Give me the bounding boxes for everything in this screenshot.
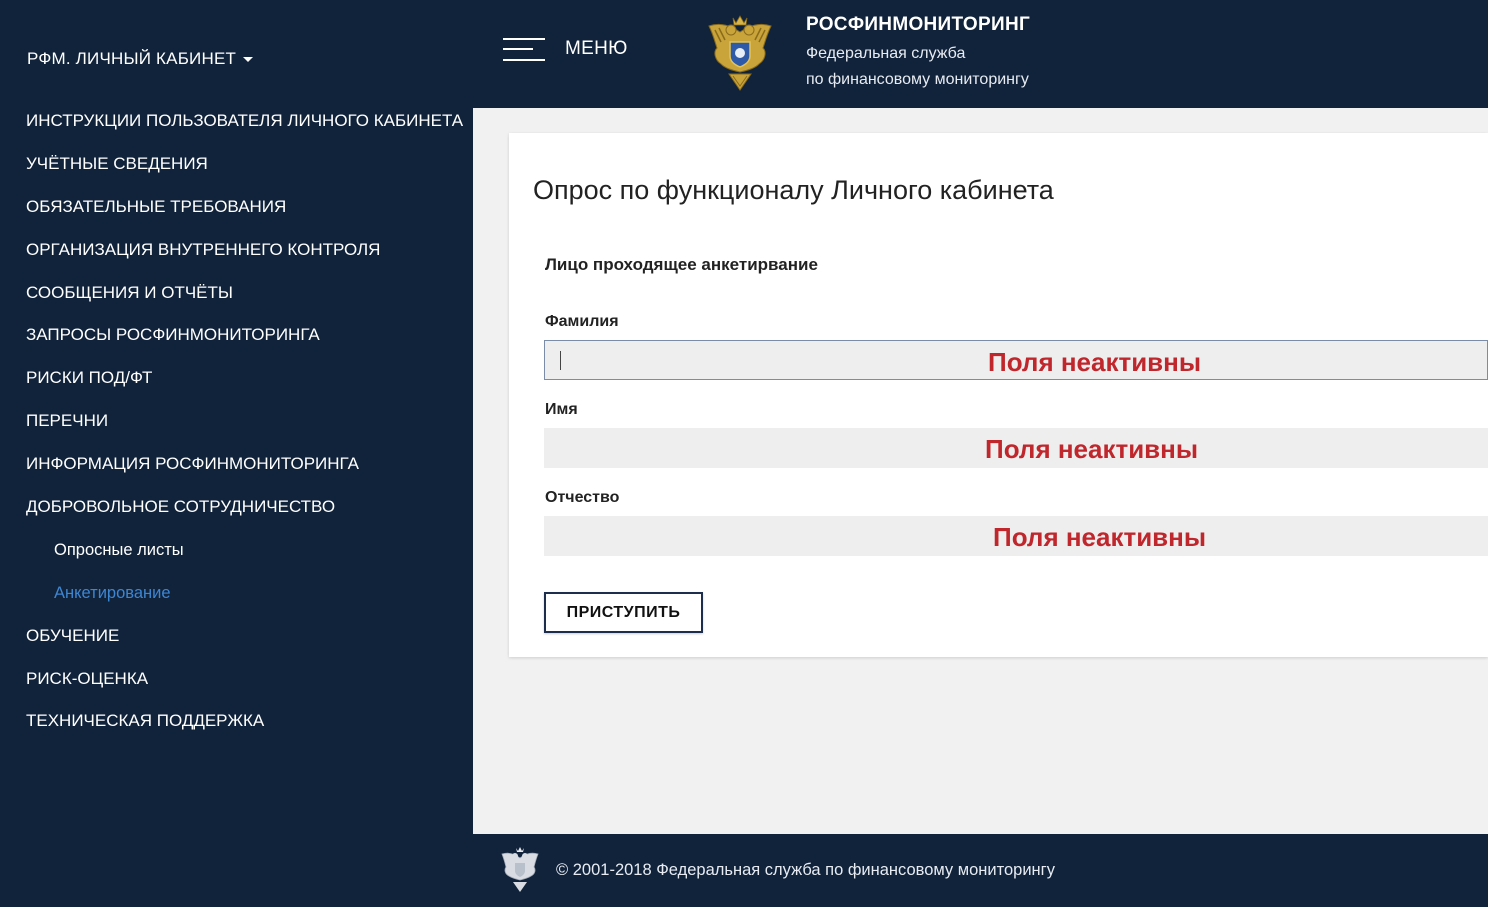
menu-label: МЕНЮ [565, 38, 628, 59]
emblem-icon [708, 15, 772, 91]
inactive-fields-note: Поля неактивны [985, 434, 1199, 464]
footer: © 2001-2018 Федеральная служба по финанс… [473, 834, 1488, 907]
sidebar-item-messages-reports[interactable]: СООБЩЕНИЯ И ОТЧЁТЫ [0, 272, 473, 315]
text-cursor [560, 351, 561, 370]
caret-down-icon [243, 57, 254, 63]
first-name-label: Имя [545, 401, 578, 418]
sidebar-item-risk-assessment[interactable]: РИСК-ОЦЕНКА [0, 658, 473, 701]
sidebar-item-instructions[interactable]: ИНСТРУКЦИИ ПОЛЬЗОВАТЕЛЯ ЛИЧНОГО КАБИНЕТА [0, 100, 473, 143]
sidebar-item-internal-control[interactable]: ОРГАНИЗАЦИЯ ВНУТРЕННЕГО КОНТРОЛЯ [0, 229, 473, 272]
org-name-block: РОСФИНМОНИТОРИНГ Федеральная служба по ф… [806, 14, 1030, 89]
sidebar-item-account-info[interactable]: УЧЁТНЫЕ СВЕДЕНИЯ [0, 143, 473, 186]
first-name-field[interactable]: Поля неактивны [544, 428, 1488, 468]
inactive-fields-note: Поля неактивны [988, 347, 1202, 377]
account-dropdown[interactable]: РФМ. ЛИЧНЫЙ КАБИНЕТ [27, 49, 254, 69]
sidebar-item-rfm-info[interactable]: ИНФОРМАЦИЯ РОСФИНМОНИТОРИНГА [0, 443, 473, 486]
org-title: РОСФИНМОНИТОРИНГ [806, 14, 1031, 35]
sidebar-item-training[interactable]: ОБУЧЕНИЕ [0, 615, 473, 658]
sidebar-nav: ИНСТРУКЦИИ ПОЛЬЗОВАТЕЛЯ ЛИЧНОГО КАБИНЕТА… [0, 100, 473, 743]
patronymic-field[interactable]: Поля неактивны [544, 516, 1488, 556]
sidebar-item-voluntary-cooperation[interactable]: ДОБРОВОЛЬНОЕ СОТРУДНИЧЕСТВО [0, 486, 473, 529]
sidebar: РФМ. ЛИЧНЫЙ КАБИНЕТ ИНСТРУКЦИИ ПОЛЬЗОВАТ… [0, 0, 473, 907]
section-title: Лицо проходящее анкетирвание [545, 255, 818, 274]
footer-copyright: © 2001-2018 Федеральная служба по финанс… [556, 861, 1055, 879]
org-subtitle-line1: Федеральная служба [806, 45, 966, 62]
sidebar-item-tech-support[interactable]: ТЕХНИЧЕСКАЯ ПОДДЕРЖКА [0, 700, 473, 743]
surname-label: Фамилия [545, 313, 619, 330]
surname-field[interactable]: Поля неактивны [544, 340, 1488, 380]
sidebar-subitem-questionnaires[interactable]: Опросные листы [0, 529, 473, 572]
hamburger-icon [503, 36, 545, 62]
start-button[interactable]: ПРИСТУПИТЬ [544, 592, 703, 633]
patronymic-label: Отчество [545, 489, 620, 506]
sidebar-item-rfm-requests[interactable]: ЗАПРОСЫ РОСФИНМОНИТОРИНГА [0, 314, 473, 357]
sidebar-item-requirements[interactable]: ОБЯЗАТЕЛЬНЫЕ ТРЕБОВАНИЯ [0, 186, 473, 229]
emblem-icon [501, 847, 539, 892]
inactive-fields-note: Поля неактивны [993, 522, 1207, 552]
account-dropdown-label: РФМ. ЛИЧНЫЙ КАБИНЕТ [27, 49, 237, 68]
sidebar-subitem-survey[interactable]: Анкетирование [0, 572, 473, 615]
survey-card: Опрос по функционалу Личного кабинета Ли… [509, 133, 1488, 657]
sidebar-item-lists[interactable]: ПЕРЕЧНИ [0, 400, 473, 443]
top-header: МЕНЮ РОСФИНМОНИТОРИНГ Федеральная служба… [473, 0, 1488, 108]
menu-button[interactable]: МЕНЮ [503, 34, 628, 64]
page-title: Опрос по функционалу Личного кабинета [533, 175, 1054, 205]
sidebar-item-risks[interactable]: РИСКИ ПОД/ФТ [0, 357, 473, 400]
org-subtitle-line2: по финансовому мониторингу [806, 71, 1029, 88]
